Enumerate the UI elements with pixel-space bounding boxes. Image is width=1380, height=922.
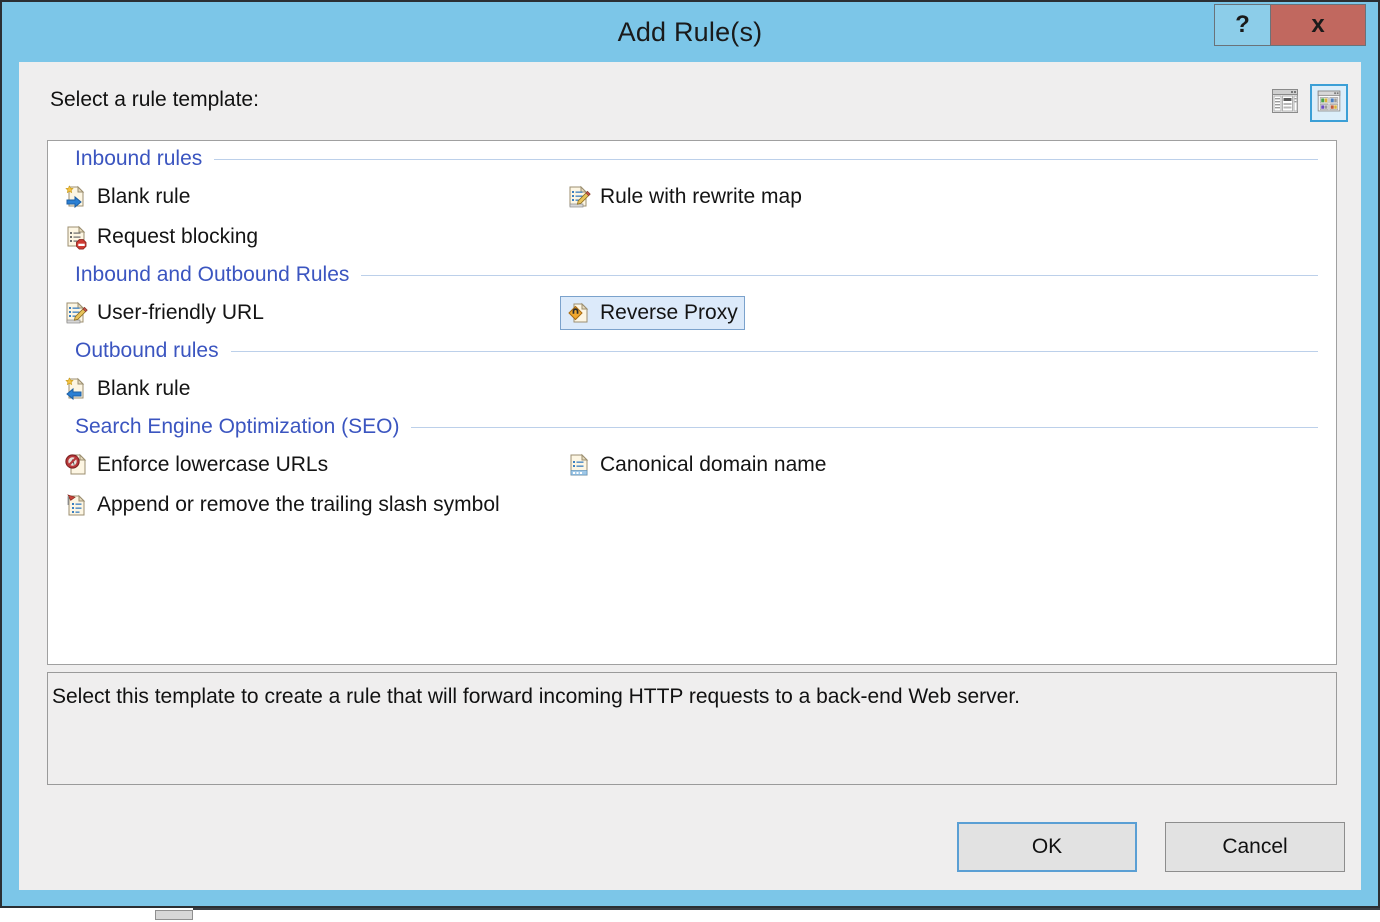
caption-button-group: ? x [1214, 4, 1366, 46]
section-items: Blank rule [48, 369, 1336, 409]
item-column-right: Rule with rewrite map [560, 177, 809, 217]
blank-inbound-rule-icon [62, 183, 90, 211]
dialog-footer: OK Cancel [957, 822, 1345, 872]
template-item-label: Enforce lowercase URLs [97, 453, 329, 476]
template-description-pane: Select this template to create a rule th… [47, 672, 1337, 785]
title-bar: Add Rule(s) ? x [2, 2, 1378, 62]
section-items: Blank rule [48, 177, 1336, 257]
template-item-blank-rule-inbound[interactable]: Blank rule [57, 180, 197, 214]
section-header: Outbound rules [48, 333, 1336, 369]
enforce-lowercase-icon: A [62, 451, 90, 479]
template-item-label: Canonical domain name [600, 453, 827, 476]
template-item-label: Blank rule [97, 377, 191, 400]
section-title: Search Engine Optimization (SEO) [75, 415, 400, 438]
section-items: User-friendly URL Reverse Proxy [48, 293, 1336, 333]
user-friendly-url-icon [62, 299, 90, 327]
tiles-view-button[interactable] [1310, 84, 1348, 122]
template-item-request-blocking[interactable]: Request blocking [57, 220, 265, 254]
item-row: Blank rule [57, 177, 1336, 217]
section-title: Inbound rules [75, 147, 203, 170]
details-view-icon [1270, 86, 1300, 121]
rule-template-list[interactable]: Inbound rules Blank rule Rule with rewri… [47, 140, 1337, 665]
template-item-label: Append or remove the trailing slash symb… [97, 493, 500, 516]
request-blocking-icon [62, 223, 90, 251]
section-inbound-and-outbound-rules: Inbound and Outbound Rules User-friendly… [48, 257, 1336, 333]
template-item-enforce-lowercase-urls[interactable]: A Enforce lowercase URLs [57, 448, 335, 482]
section-divider [214, 158, 1318, 160]
background-taskbar-nub [155, 910, 193, 920]
item-column-left: Blank rule [57, 369, 560, 409]
template-item-canonical-domain-name[interactable]: Canonical domain name [560, 448, 833, 482]
section-divider [361, 274, 1318, 276]
template-item-label: Blank rule [97, 185, 191, 208]
template-item-label: Request blocking [97, 225, 259, 248]
section-header: Inbound rules [48, 141, 1336, 177]
item-column-left: User-friendly URL [57, 293, 560, 333]
section-items: A Enforce lowercase URLs [48, 445, 1336, 525]
item-row: A Enforce lowercase URLs [57, 445, 1336, 485]
template-item-label: Rule with rewrite map [600, 185, 802, 208]
section-header: Inbound and Outbound Rules [48, 257, 1336, 293]
section-outbound-rules: Outbound rules Blank rule [48, 333, 1336, 409]
item-column-left: Blank rule [57, 177, 560, 217]
dialog-content: Select a rule template: Inbound rules Bl… [19, 62, 1361, 890]
select-template-label: Select a rule template: [50, 88, 259, 111]
item-column-left: Request blocking [57, 217, 560, 257]
blank-outbound-rule-icon [62, 375, 90, 403]
template-item-rule-with-rewrite-map[interactable]: Rule with rewrite map [560, 180, 809, 214]
dialog-title: Add Rule(s) [617, 16, 763, 47]
close-button[interactable]: x [1270, 4, 1366, 46]
template-description-text: Select this template to create a rule th… [52, 685, 1020, 708]
template-item-label: User-friendly URL [97, 301, 264, 324]
item-column-left: A Enforce lowercase URLs [57, 445, 560, 485]
reverse-proxy-icon [565, 299, 593, 327]
cancel-button[interactable]: Cancel [1165, 822, 1345, 872]
prompt-row: Select a rule template: [19, 62, 1361, 134]
section-seo: Search Engine Optimization (SEO) Enforce… [48, 409, 1336, 525]
item-row: Blank rule [57, 369, 1336, 409]
item-column-right: Canonical domain name [560, 445, 833, 485]
item-column-right: Reverse Proxy [560, 293, 745, 333]
trailing-slash-icon [62, 491, 90, 519]
section-divider [411, 426, 1318, 428]
section-header: Search Engine Optimization (SEO) [48, 409, 1336, 445]
canonical-domain-icon [565, 451, 593, 479]
background-edge-line [193, 908, 1380, 910]
background-strip [0, 908, 1380, 922]
details-view-button[interactable] [1266, 84, 1304, 122]
section-divider [230, 350, 1318, 352]
item-row: User-friendly URL Reverse Proxy [57, 293, 1336, 333]
section-inbound-rules: Inbound rules Blank rule Rule with rewri… [48, 141, 1336, 257]
rewrite-map-rule-icon [565, 183, 593, 211]
item-row: Append or remove the trailing slash symb… [57, 485, 1336, 525]
section-title: Inbound and Outbound Rules [75, 263, 350, 286]
tiles-view-icon [1316, 88, 1342, 119]
template-item-label: Reverse Proxy [600, 301, 738, 324]
template-item-user-friendly-url[interactable]: User-friendly URL [57, 296, 271, 330]
template-item-trailing-slash[interactable]: Append or remove the trailing slash symb… [57, 488, 507, 522]
template-item-blank-rule-outbound[interactable]: Blank rule [57, 372, 197, 406]
help-button[interactable]: ? [1214, 4, 1270, 46]
template-item-reverse-proxy[interactable]: Reverse Proxy [560, 296, 745, 330]
item-row: Request blocking [57, 217, 1336, 257]
item-column-left: Append or remove the trailing slash symb… [57, 485, 507, 525]
view-toggle-group [1266, 84, 1348, 122]
section-title: Outbound rules [75, 339, 219, 362]
add-rules-dialog-window: Add Rule(s) ? x Select a rule template: [0, 0, 1380, 908]
ok-button[interactable]: OK [957, 822, 1137, 872]
